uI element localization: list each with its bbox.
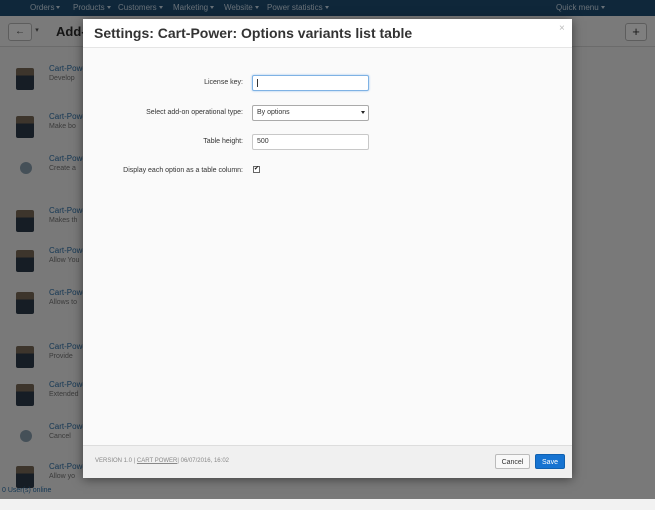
text-cursor — [257, 79, 258, 87]
vendor-link[interactable]: CART POWER — [137, 458, 177, 464]
dialog-footer: VERSION 1.0 | CART POWER| 06/07/2016, 16… — [83, 445, 572, 478]
dialog-body: License key: Select add-on operational t… — [83, 48, 572, 445]
chevron-down-icon — [361, 111, 365, 114]
checkmark-icon: ✔ — [254, 166, 260, 172]
display-column-checkbox[interactable]: ✔ — [253, 166, 260, 173]
settings-dialog: Settings: Cart-Power: Options variants l… — [83, 19, 572, 478]
dialog-title: Settings: Cart-Power: Options variants l… — [94, 25, 413, 41]
version-text: VERSION 1.0 — [95, 458, 133, 464]
separator: | — [133, 458, 136, 464]
release-date: 06/07/2016, 16:02 — [180, 458, 229, 464]
operational-type-select[interactable]: By options — [252, 105, 369, 121]
close-icon[interactable]: × — [559, 23, 565, 34]
license-key-input[interactable] — [252, 75, 369, 91]
save-button[interactable]: Save — [535, 454, 565, 469]
table-height-label: Table height: — [203, 138, 243, 145]
addon-version-info: VERSION 1.0 | CART POWER| 06/07/2016, 16… — [95, 458, 229, 464]
table-height-input[interactable]: 500 — [252, 134, 369, 150]
table-height-value: 500 — [257, 138, 269, 145]
cancel-button[interactable]: Cancel — [495, 454, 530, 469]
license-key-label: License key: — [204, 79, 243, 86]
display-column-label: Display each option as a table column: — [123, 167, 243, 174]
dialog-header: Settings: Cart-Power: Options variants l… — [83, 19, 572, 47]
operational-type-value: By options — [257, 109, 290, 116]
operational-type-label: Select add-on operational type: — [146, 109, 243, 116]
separator: | — [177, 458, 179, 464]
